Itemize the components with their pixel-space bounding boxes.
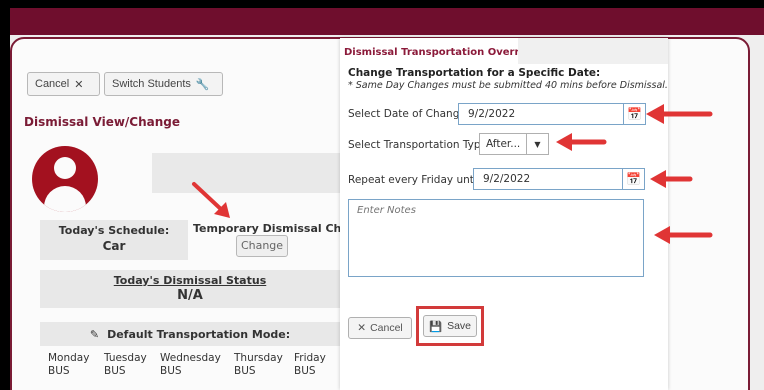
save-label: Save: [447, 320, 471, 332]
wrench-icon: 🔧: [195, 78, 210, 91]
modal-cancel-button[interactable]: ✕ Cancel: [348, 317, 412, 339]
save-button[interactable]: 💾 Save: [423, 315, 477, 337]
schedule-label: Today's Schedule:: [58, 224, 170, 237]
day-monday: Monday BUS: [48, 352, 90, 377]
day-wednesday: Wednesday BUS: [160, 352, 221, 377]
type-value: After...: [486, 138, 521, 150]
status-value: N/A: [177, 288, 203, 303]
cancel-button[interactable]: Cancel ✕: [27, 72, 100, 96]
annotation-arrow: [654, 226, 713, 244]
notes-field[interactable]: [348, 199, 644, 277]
repeat-value: 9/2/2022: [483, 173, 531, 185]
pencil-icon[interactable]: ✎: [90, 328, 99, 341]
save-icon: 💾: [428, 320, 443, 333]
caret-down-icon: ▼: [526, 134, 548, 154]
annotation-arrow: [556, 133, 607, 151]
dismissal-status: Today's Dismissal Status N/A: [40, 270, 340, 308]
calendar-icon[interactable]: 📅: [622, 169, 644, 189]
top-bar: [10, 8, 764, 35]
modal-note: * Same Day Changes must be submitted 40 …: [348, 80, 668, 91]
day-friday: Friday BUS: [294, 352, 326, 377]
annotation-arrow: [646, 104, 713, 124]
date-of-change-input[interactable]: 9/2/2022 📅: [458, 103, 646, 125]
close-icon: ✕: [74, 78, 84, 91]
switch-label: Switch Students: [112, 78, 191, 90]
annotation-arrow: [192, 182, 230, 218]
todays-schedule: Today's Schedule: Car: [40, 220, 188, 260]
redacted-student-name: [152, 153, 348, 193]
redacted-name: [518, 38, 668, 64]
date-value: 9/2/2022: [468, 108, 516, 120]
override-modal: Dismissal Transportation Override for Ch…: [340, 38, 668, 390]
repeat-until-input[interactable]: 9/2/2022 📅: [473, 168, 645, 190]
annotation-arrow: [650, 170, 693, 188]
modal-cancel-label: Cancel: [370, 322, 403, 334]
date-label: Select Date of Change:: [348, 108, 470, 120]
default-mode-header: ✎ Default Transportation Mode:: [40, 322, 340, 346]
avatar: [32, 146, 98, 212]
repeat-label: Repeat every Friday until :: [348, 174, 487, 186]
type-label: Select Transportation Type:: [348, 139, 491, 151]
status-label: Today's Dismissal Status: [113, 274, 267, 287]
day-tuesday: Tuesday BUS: [104, 352, 147, 377]
change-button[interactable]: Change: [236, 235, 288, 257]
schedule-value: Car: [102, 239, 126, 253]
transportation-type-select[interactable]: After... ▼: [479, 133, 549, 155]
mode-label: Default Transportation Mode:: [107, 327, 291, 341]
modal-subtitle: Change Transportation for a Specific Dat…: [348, 67, 601, 79]
day-thursday: Thursday BUS: [234, 352, 283, 377]
close-icon: ✕: [357, 322, 367, 334]
switch-students-button[interactable]: Switch Students 🔧: [104, 72, 223, 96]
page-title: Dismissal View/Change: [24, 115, 181, 129]
cancel-label: Cancel: [35, 78, 70, 90]
calendar-icon[interactable]: 📅: [623, 104, 645, 124]
